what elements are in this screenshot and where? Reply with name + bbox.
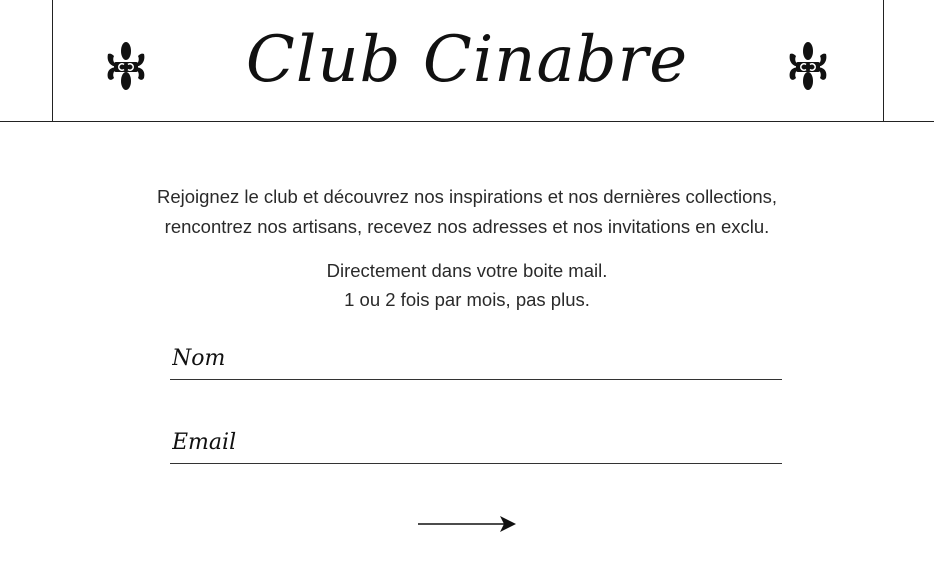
cadence-line-1: Directement dans votre boite mail. <box>326 260 608 281</box>
nom-field-wrapper <box>170 338 782 380</box>
cadence-text: Directement dans votre boite mail. 1 ou … <box>100 256 834 314</box>
fleur-de-lis-monogram-icon <box>789 42 827 90</box>
nom-input[interactable] <box>170 338 782 379</box>
cadence-line-2: 1 ou 2 fois par mois, pas plus. <box>344 289 590 310</box>
submit-button[interactable] <box>412 510 522 538</box>
intro-line-1: Rejoignez le club et découvrez nos inspi… <box>156 186 778 207</box>
email-input[interactable] <box>170 422 782 463</box>
intro-line-2: rencontrez nos artisans, recevez nos adr… <box>164 216 770 237</box>
fleur-de-lis-monogram-icon <box>107 42 145 90</box>
arrow-right-icon <box>418 516 516 532</box>
brand-title: Club Cinabre <box>245 23 689 97</box>
email-field-wrapper <box>170 422 782 464</box>
intro-text: Rejoignez le club et découvrez nos inspi… <box>100 182 834 242</box>
